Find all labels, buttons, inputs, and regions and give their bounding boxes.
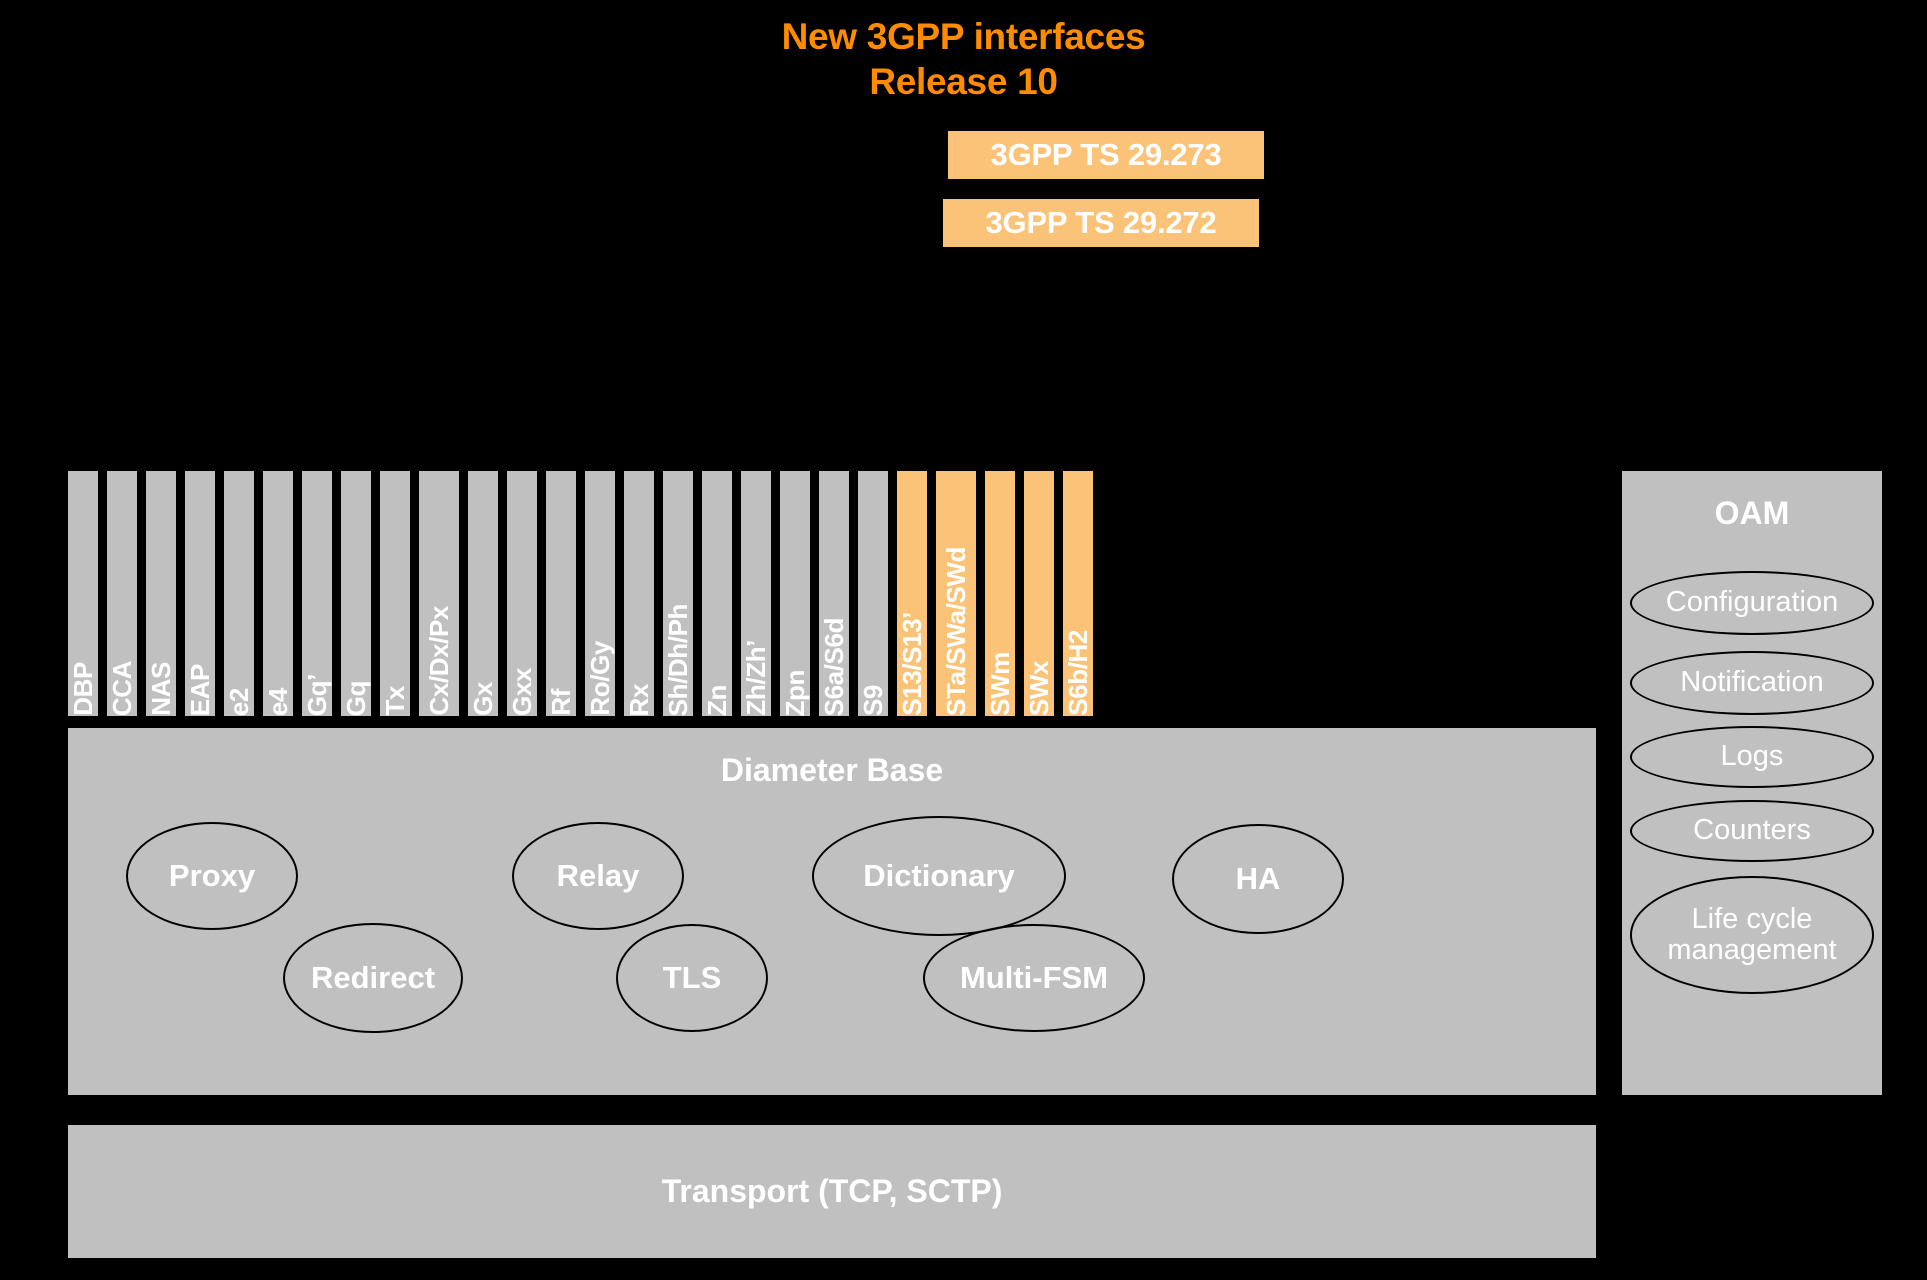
interface-bar-e4: e4 [263, 471, 293, 716]
interface-bar-label: Ro/Gy [585, 641, 615, 716]
interface-bar-tx: Tx [380, 471, 410, 716]
page-title-line-1: New 3GPP interfaces [781, 16, 1146, 57]
diameter-base-panel: Diameter Base Proxy Relay Dictionary HA Redi… [68, 728, 1596, 1095]
diameter-component-dictionary: Dictionary [812, 816, 1066, 936]
interface-bar-label: S9 [858, 684, 888, 716]
interface-bar-cx-dx-px: Cx/Dx/Px [419, 471, 459, 716]
interface-bar-swm: SWm [985, 471, 1015, 716]
interface-bar-zh-zh: Zh/Zh’ [741, 471, 771, 716]
interface-bar-gx: Gx [468, 471, 498, 716]
transport-layer: Transport (TCP, SCTP) [68, 1125, 1596, 1258]
interface-bar-label: SWx [1024, 660, 1054, 716]
interface-bar-label: Zn [702, 685, 732, 716]
interface-bar-rf: Rf [546, 471, 576, 716]
interface-bar-sta-swa-swd: STa/SWa/SWd [936, 471, 976, 716]
diameter-component-relay: Relay [512, 822, 684, 930]
diameter-component-redirect: Redirect [283, 923, 463, 1033]
interface-bar-label: e4 [263, 687, 293, 716]
interface-bar-label: Sh/Dh/Ph [663, 603, 693, 716]
interface-bar-label: EAP [185, 663, 215, 716]
interface-bar-label: SWm [985, 652, 1015, 716]
interface-bar-label: Rf [546, 689, 576, 716]
diameter-component-label: Redirect [310, 960, 436, 995]
interface-bar-s6b-h2: S6b/H2 [1063, 471, 1093, 716]
oam-item-label: Counters [1693, 814, 1811, 847]
page-title-line-2: Release 10 [869, 61, 1058, 102]
interface-bar-zn: Zn [702, 471, 732, 716]
interface-bar-label: Gq’ [302, 673, 332, 716]
interface-bar-gxx: Gxx [507, 471, 537, 716]
oam-item-counters: Counters [1630, 800, 1874, 862]
oam-title: OAM [1714, 495, 1790, 531]
oam-item-label: Notification [1680, 666, 1824, 699]
diameter-base-title: Diameter Base [720, 752, 944, 788]
diameter-component-label: Proxy [168, 858, 256, 893]
interface-bar-label: S6a/S6d [819, 617, 849, 716]
interface-bar-nas: NAS [146, 471, 176, 716]
interface-bar-label: NAS [146, 662, 176, 716]
diameter-component-label: HA [1235, 861, 1281, 896]
interface-bar-label: Gxx [507, 668, 537, 716]
interface-bar-label: S13/S13’ [897, 612, 927, 716]
diameter-component-label: Dictionary [863, 858, 1015, 893]
diameter-component-multi-fsm: Multi-FSM [923, 924, 1145, 1032]
diameter-component-ha: HA [1172, 824, 1344, 934]
interface-bar-label: Rx [624, 683, 654, 716]
interface-bar-label: Gq [341, 680, 371, 716]
interface-bar-s6a-s6d: S6a/S6d [819, 471, 849, 716]
interface-bar-label: Cx/Dx/Px [424, 606, 454, 716]
diameter-component-label: TLS [662, 960, 722, 995]
interface-bar-label: S6b/H2 [1063, 630, 1093, 716]
diameter-component-proxy: Proxy [126, 822, 298, 930]
page-title: New 3GPP interfaces Release 10 [0, 14, 1927, 104]
interface-bar-zpn: Zpn [780, 471, 810, 716]
interface-bar-cca: CCA [107, 471, 137, 716]
interface-bar-label: e2 [224, 687, 254, 716]
spec-badge-29272: 3GPP TS 29.272 [943, 199, 1259, 247]
interface-bar-label: Gx [468, 682, 498, 716]
oam-item-configuration: Configuration [1630, 571, 1874, 635]
oam-item-life-cycle-management: Life cycle management [1630, 876, 1874, 994]
oam-item-label: Life cycle management [1667, 902, 1837, 966]
interface-bar-label: Zh/Zh’ [741, 640, 771, 716]
oam-item-label: Configuration [1665, 586, 1839, 619]
interface-bar-gq: Gq [341, 471, 371, 716]
diameter-component-label: Relay [556, 858, 640, 893]
interface-bar-sh-dh-ph: Sh/Dh/Ph [663, 471, 693, 716]
interface-bar-label: Zpn [780, 669, 810, 716]
interface-bar-s13-s13: S13/S13’ [897, 471, 927, 716]
oam-item-label: Logs [1720, 740, 1784, 773]
interface-bar-eap: EAP [185, 471, 215, 716]
spec-badge-29273: 3GPP TS 29.273 [948, 131, 1264, 179]
interface-bar-rx: Rx [624, 471, 654, 716]
diameter-component-tls: TLS [616, 924, 768, 1032]
interface-bar-swx: SWx [1024, 471, 1054, 716]
interface-bar-label: DBP [68, 662, 98, 716]
interface-bar-label: Tx [380, 686, 410, 716]
diameter-component-label: Multi-FSM [959, 960, 1109, 995]
transport-label: Transport (TCP, SCTP) [661, 1173, 1003, 1209]
oam-item-logs: Logs [1630, 726, 1874, 788]
interface-bar-label: STa/SWa/SWd [941, 547, 971, 716]
interface-bar-row: DBP CCA NAS EAP e2 e4 Gq’ Gq Tx Cx/Dx/Px Gx Gxx Rf Ro… [68, 471, 1102, 716]
interface-bar-dbp: DBP [68, 471, 98, 716]
oam-item-notification: Notification [1630, 651, 1874, 715]
interface-bar-e2: e2 [224, 471, 254, 716]
interface-bar-ro-gy: Ro/Gy [585, 471, 615, 716]
oam-panel: OAM Configuration Notification Logs Counter… [1622, 471, 1882, 1095]
interface-bar-gq: Gq’ [302, 471, 332, 716]
interface-bar-label: CCA [107, 660, 137, 716]
interface-bar-s9: S9 [858, 471, 888, 716]
